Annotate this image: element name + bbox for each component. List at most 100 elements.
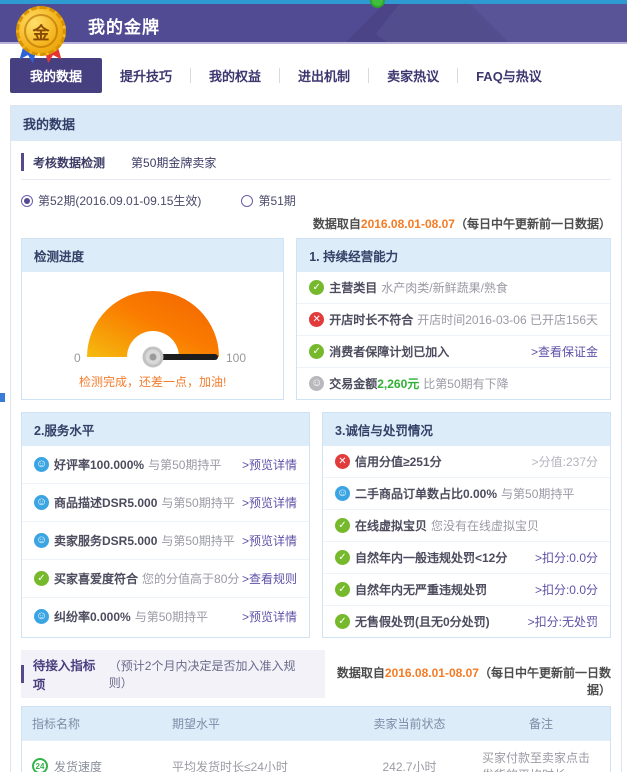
tab-my-benefits[interactable]: 我的权益 — [191, 59, 279, 92]
tab-improve-skills[interactable]: 提升技巧 — [102, 59, 190, 92]
check-icon: ✓ — [309, 344, 324, 359]
metric-detail: 与第50期持平 — [161, 494, 234, 511]
medal-char: 金 — [24, 14, 58, 48]
remark-text: 买家付款至卖家点击发货的平均时长 — [482, 751, 590, 772]
gauge-min-label: 0 — [74, 351, 81, 365]
preview-detail-link[interactable]: >预览详情 — [242, 532, 297, 549]
metric-label: 买家喜爱度符合 — [54, 570, 138, 587]
metric-detail: 您没有在线虚拟宝贝 — [431, 517, 539, 534]
note-date: 2016.08.01-08.07 — [385, 666, 479, 680]
radio-period-51[interactable]: 第51期 — [241, 192, 295, 209]
page-title: 我的金牌 — [88, 13, 160, 38]
panel-credit-punishment: 3.诚信与处罚情况 ✕ 信用分值≥251分 >分值:237分 ☺ 二手商品订单数… — [322, 412, 611, 638]
view-rules-link[interactable]: >查看规则 — [242, 570, 297, 587]
stray-artifact — [0, 393, 5, 402]
metric-label: 无售假处罚(且无0分处罚) — [355, 613, 490, 630]
radio-period-52[interactable]: 第52期(2016.09.01-09.15生效) — [21, 192, 201, 209]
smile-icon: ☺ — [34, 457, 49, 472]
metric-label: 开店时长不符合 — [329, 311, 413, 328]
metric-label: 信用分值≥251分 — [355, 453, 442, 470]
subtab-assessment-data[interactable]: 考核数据检测 — [33, 154, 105, 171]
col-header-remark: 备注 — [472, 707, 610, 740]
data-source-note: 数据取自2016.08.01-08.07（每日中午更新前一日数据） — [21, 215, 611, 232]
check-icon: ✓ — [335, 582, 350, 597]
metric-row: ✓ 在线虚拟宝贝 您没有在线虚拟宝贝 — [323, 509, 610, 541]
deduction-link[interactable]: >扣分:0.0分 — [535, 549, 598, 566]
tab-faq[interactable]: FAQ与热议 — [458, 59, 560, 92]
panel3-title: 3.诚信与处罚情况 — [323, 413, 610, 446]
col-header-expected-level: 期望水平 — [162, 707, 347, 740]
main-tabbar: 我的数据 提升技巧 我的权益 进出机制 卖家热议 FAQ与热议 — [0, 44, 627, 105]
transaction-amount: 2,260元 — [377, 375, 419, 392]
panel-check-progress: 检测进度 0 — [21, 238, 284, 400]
gold-medal-icon: 金 — [14, 6, 70, 68]
deduction-link[interactable]: >扣分:0.0分 — [535, 581, 598, 598]
top-browser-strip — [0, 0, 627, 4]
metric-label: 卖家服务DSR5.000 — [54, 532, 157, 549]
metric-label: 交易金额 — [329, 375, 377, 392]
note-suffix: （每日中午更新前一日数据） — [455, 217, 611, 231]
panel-service-level: 2.服务水平 ☺ 好评率100.000% 与第50期持平 >预览详情 ☺ 商品描… — [21, 412, 310, 638]
metric-detail: 与第50期持平 — [135, 608, 208, 625]
metric-detail: 水产肉类/新鲜蔬果/熟食 — [381, 279, 508, 296]
check-icon: ✓ — [335, 614, 350, 629]
gauge-caption: 检测完成，还差一点，加油! — [79, 373, 226, 390]
preview-detail-link[interactable]: >预览详情 — [242, 608, 297, 625]
check-icon: ✓ — [335, 550, 350, 565]
table-row: 24 发货速度 平均发货时长≤24小时 242.7小时 买家付款至卖家点击发货的… — [22, 740, 610, 772]
metric-label: 商品描述DSR5.000 — [54, 494, 157, 511]
metric-label: 在线虚拟宝贝 — [355, 517, 427, 534]
col-header-current-status: 卖家当前状态 — [347, 707, 472, 740]
metric-label: 二手商品订单数占比0.00% — [355, 485, 497, 502]
gray-face-icon: ☺ — [309, 376, 324, 391]
metric-label: 自然年内一般违规处罚<12分 — [355, 549, 507, 566]
radio-unselected-icon[interactable] — [241, 195, 253, 207]
page-header: 我的金牌 — [0, 4, 627, 44]
note-suffix: （每日中午更新前一日数据） — [479, 666, 611, 697]
metric-detail: 开店时间2016-03-06 已开店156天 — [417, 311, 598, 328]
check-icon: ✓ — [34, 571, 49, 586]
pending-title-box: 待接入指标项 （预计2个月内决定是否加入准入规则） — [21, 650, 325, 698]
panel-check-progress-title: 检测进度 — [22, 239, 283, 272]
smile-icon: ☺ — [335, 486, 350, 501]
pending-title: 待接入指标项 — [33, 655, 105, 693]
panel1-title: 1. 持续经营能力 — [297, 239, 610, 272]
smile-icon: ☺ — [34, 609, 49, 624]
check-icon: ✓ — [335, 518, 350, 533]
metric-row: ✓ 买家喜爱度符合 您的分值高于80分 >查看规则 — [22, 559, 309, 597]
purple-bar-icon — [21, 153, 24, 171]
expected-level: 平均发货时长≤24小时 — [162, 750, 347, 772]
subtab-period50-sellers[interactable]: 第50期金牌卖家 — [131, 154, 216, 171]
tab-entry-exit-rules[interactable]: 进出机制 — [280, 59, 368, 92]
metric-row: ✕ 信用分值≥251分 >分值:237分 — [323, 446, 610, 477]
smile-icon: ☺ — [34, 533, 49, 548]
table-header-row: 指标名称 期望水平 卖家当前状态 备注 — [22, 707, 610, 740]
metric-row: ☺ 好评率100.000% 与第50期持平 >预览详情 — [22, 446, 309, 483]
metric-row: ✕ 开店时长不符合 开店时间2016-03-06 已开店156天 — [297, 303, 610, 335]
pending-subtitle: （预计2个月内决定是否加入准入规则） — [109, 657, 311, 691]
metric-detail: 您的分值高于80分 — [142, 570, 239, 587]
metric-row: ✓ 主营类目 水产肉类/新鲜蔬果/熟食 — [297, 272, 610, 303]
metric-row: ✓ 无售假处罚(且无0分处罚) >扣分:无处罚 — [323, 605, 610, 637]
metric-row: ✓ 自然年内无严重违规处罚 >扣分:0.0分 — [323, 573, 610, 605]
pending-indicators-header: 待接入指标项 （预计2个月内决定是否加入准入规则） 数据取自2016.08.01… — [21, 650, 611, 698]
metric-detail: 与第50期持平 — [148, 456, 221, 473]
score-note: >分值:237分 — [532, 453, 598, 470]
preview-detail-link[interactable]: >预览详情 — [242, 494, 297, 511]
pending-indicators-table: 指标名称 期望水平 卖家当前状态 备注 24 发货速度 平均发货时长≤24小时 … — [21, 706, 611, 772]
radio-selected-icon[interactable] — [21, 195, 33, 207]
view-deposit-link[interactable]: >查看保证金 — [531, 343, 598, 360]
gauge-max-label: 100 — [226, 351, 246, 365]
metric-row: ☺ 商品描述DSR5.000 与第50期持平 >预览详情 — [22, 483, 309, 521]
sub-tabbar: 考核数据检测 第50期金牌卖家 — [21, 153, 611, 180]
metric-label: 自然年内无严重违规处罚 — [355, 581, 487, 598]
medal-circle: 金 — [16, 6, 66, 56]
cross-icon: ✕ — [309, 312, 324, 327]
deduction-link[interactable]: >扣分:无处罚 — [528, 613, 598, 630]
tab-seller-discussion[interactable]: 卖家热议 — [369, 59, 457, 92]
metric-detail: 比第50期有下降 — [423, 375, 508, 392]
radio-period-51-label: 第51期 — [258, 192, 295, 209]
metric-row: ☺ 二手商品订单数占比0.00% 与第50期持平 — [323, 477, 610, 509]
preview-detail-link[interactable]: >预览详情 — [242, 456, 297, 473]
note-prefix: 数据取自 — [337, 666, 385, 680]
